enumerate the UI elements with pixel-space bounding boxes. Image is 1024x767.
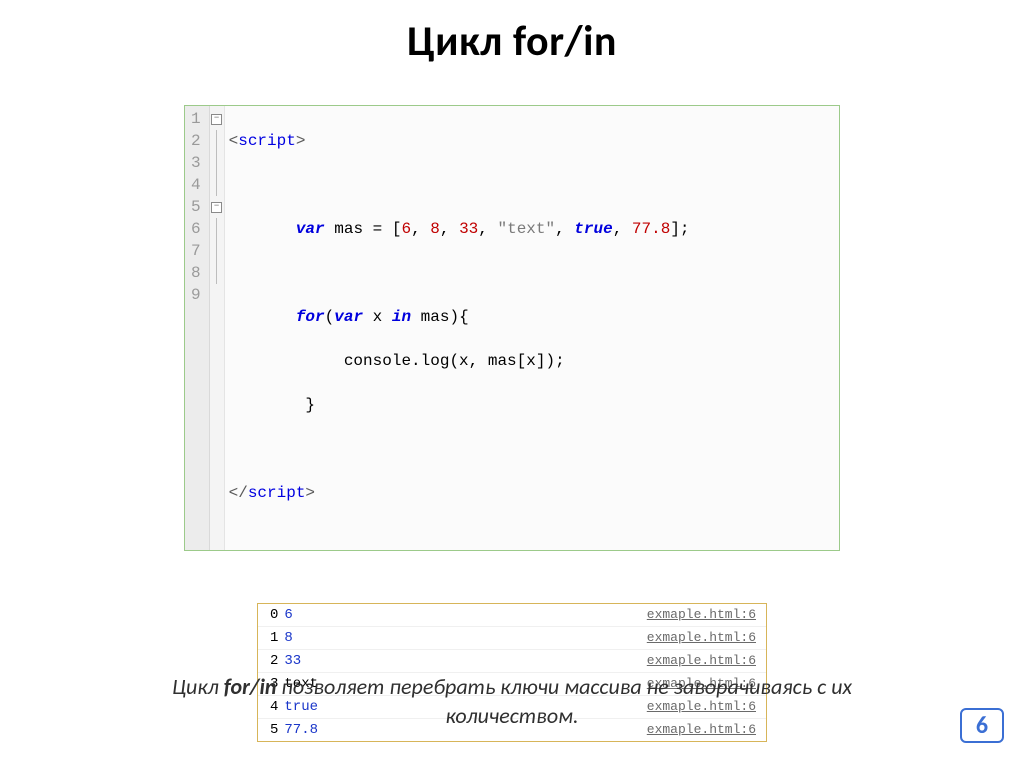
caption-text: позволяет перебрать ключи массива не зав… (276, 673, 852, 700)
code-editor: 1 2 3 4 5 6 7 8 9 − − <script> var mas =… (184, 105, 840, 551)
page-title: Цикл for/in (0, 0, 1024, 67)
code-area[interactable]: <script> var mas = [6, 8, 33, "text", tr… (225, 106, 839, 550)
caption-text: количеством. (445, 702, 578, 729)
slide: Цикл for/in 1 2 3 4 5 6 7 8 9 − − <scrip… (0, 0, 1024, 767)
code-token: 8 (430, 220, 440, 238)
code-token: "text" (497, 220, 555, 238)
console-value: 8 (284, 630, 292, 646)
console-source-link[interactable]: exmaple.html:6 (647, 653, 756, 668)
console-source-link[interactable]: exmaple.html:6 (647, 607, 756, 622)
line-number: 8 (191, 262, 201, 284)
code-token: > (305, 484, 315, 502)
code-token: } (229, 396, 315, 414)
code-gutter: 1 2 3 4 5 6 7 8 9 (185, 106, 210, 550)
console-key: 2 (270, 653, 278, 669)
console-source-link[interactable]: exmaple.html:6 (647, 630, 756, 645)
code-token: script (238, 132, 296, 150)
code-token: 77.8 (632, 220, 670, 238)
line-number: 2 (191, 130, 201, 152)
console-key: 0 (270, 607, 278, 623)
code-token: console.log(x, mas[x]); (229, 352, 565, 370)
fold-toggle-icon[interactable]: − (211, 202, 222, 213)
code-token: ]; (670, 220, 689, 238)
footer-caption: Цикл for/in позволяет перебрать ключи ма… (0, 672, 1024, 731)
code-token: < (229, 132, 239, 150)
code-token: 33 (459, 220, 478, 238)
code-token: x (363, 308, 392, 326)
line-number: 4 (191, 174, 201, 196)
console-value: 6 (284, 607, 292, 623)
code-token: var (334, 308, 363, 326)
line-number: 6 (191, 218, 201, 240)
code-token: ( (325, 308, 335, 326)
line-number: 5 (191, 196, 201, 218)
console-row: 2 33 exmaple.html:6 (258, 649, 766, 672)
code-token: var (296, 220, 325, 238)
line-number: 3 (191, 152, 201, 174)
code-token: true (574, 220, 612, 238)
fold-column: − − (210, 106, 225, 550)
fold-toggle-icon[interactable]: − (211, 114, 222, 125)
code-token: for (296, 308, 325, 326)
console-value: 33 (284, 653, 301, 669)
console-row: 1 8 exmaple.html:6 (258, 626, 766, 649)
caption-keyword: for/in (224, 673, 277, 700)
line-number: 7 (191, 240, 201, 262)
code-token: in (392, 308, 411, 326)
console-row: 0 6 exmaple.html:6 (258, 604, 766, 626)
code-token: </ (229, 484, 248, 502)
caption-text: Цикл (172, 673, 224, 700)
line-number: 9 (191, 284, 201, 306)
code-token: 6 (401, 220, 411, 238)
code-token: mas){ (411, 308, 469, 326)
code-token: mas = [ (325, 220, 402, 238)
code-token: script (248, 484, 306, 502)
page-number-badge: 6 (960, 708, 1004, 743)
line-number: 1 (191, 108, 201, 130)
console-key: 1 (270, 630, 278, 646)
code-token: > (296, 132, 306, 150)
